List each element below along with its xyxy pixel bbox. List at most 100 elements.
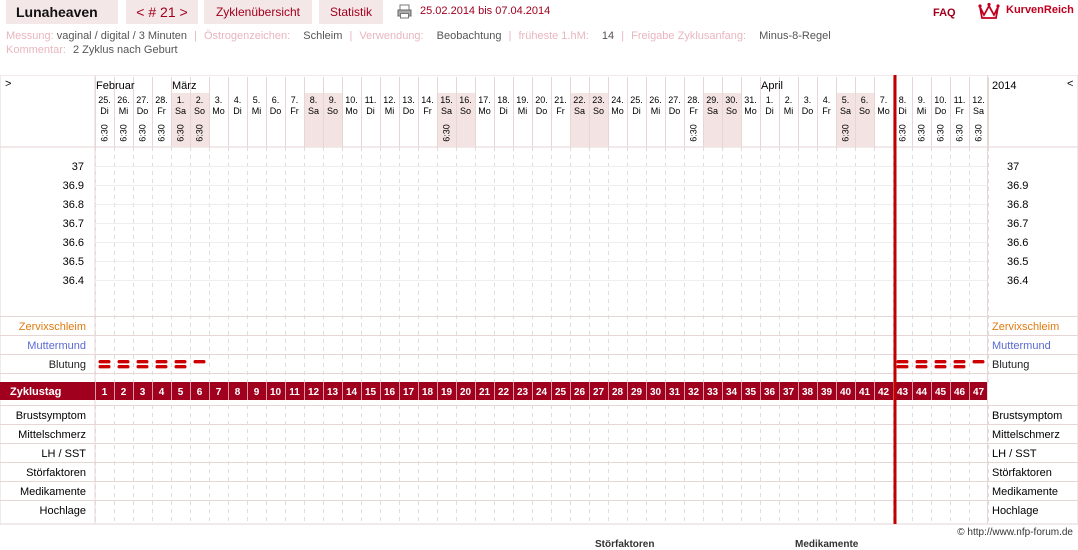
measure-time: 6:30 — [841, 124, 851, 142]
measure-time: 6:30 — [442, 124, 452, 142]
day-date: 14. — [421, 95, 434, 105]
freigabe-label: Freigabe Zyklusanfang: — [631, 30, 747, 42]
nav-right-arrow[interactable]: < — [1067, 78, 1073, 90]
freigabe-value: Minus-8-Regel — [759, 30, 831, 42]
bottom-label-left: LH / SST — [41, 448, 86, 460]
day-weekday: So — [859, 106, 870, 116]
day-date: 6. — [272, 95, 280, 105]
blutung-mark — [953, 360, 966, 364]
day-weekday: Fr — [290, 106, 299, 116]
blutung-mark — [896, 365, 909, 369]
day-date: 21. — [554, 95, 567, 105]
tab-zyklenuebersicht[interactable]: Zyklenübersicht — [204, 0, 312, 24]
temp-tick-left: 36.6 — [63, 237, 84, 249]
cycle-day-number: 42 — [878, 387, 890, 398]
cycle-day-number: 15 — [365, 387, 377, 398]
user-name: Lunaheaven — [6, 0, 118, 24]
kommentar-label: Kommentar: — [6, 44, 66, 56]
verwendung-label: Verwendung: — [359, 30, 424, 42]
cycle-day-number: 39 — [821, 387, 833, 398]
day-weekday: Di — [632, 106, 641, 116]
blutung-mark — [972, 360, 985, 364]
day-date: 6. — [861, 95, 869, 105]
day-date: 25. — [630, 95, 643, 105]
day-weekday: So — [593, 106, 604, 116]
day-date: 10. — [934, 95, 947, 105]
day-weekday: Do — [270, 106, 282, 116]
blutung-mark — [934, 360, 947, 364]
day-date: 26. — [117, 95, 130, 105]
temp-tick-left: 37 — [72, 161, 84, 173]
obs-label-left: Blutung — [49, 359, 86, 371]
blutung-mark — [174, 360, 187, 364]
cycle-day-number: 33 — [707, 387, 719, 398]
cycle-day-number: 6 — [197, 387, 203, 398]
measure-time: 6:30 — [898, 124, 908, 142]
cycle-day-number: 8 — [235, 387, 241, 398]
day-weekday: Mi — [917, 106, 927, 116]
faq-link[interactable]: FAQ — [933, 7, 956, 19]
day-weekday: Mo — [744, 106, 757, 116]
bottom-label-right: Medikamente — [992, 486, 1058, 498]
cycle-day-number: 45 — [935, 387, 947, 398]
cycle-day-number: 2 — [121, 387, 127, 398]
cycle-day-number: 5 — [178, 387, 184, 398]
measure-time: 6:30 — [689, 124, 699, 142]
temp-tick-left: 36.7 — [63, 218, 84, 230]
zyklustag-label: Zyklustag — [10, 386, 61, 398]
cycle-day-number: 35 — [745, 387, 757, 398]
day-date: 10. — [345, 95, 358, 105]
bottom-label-right: Störfaktoren — [992, 467, 1052, 479]
day-date: 11. — [365, 95, 377, 105]
cycle-day-number: 26 — [574, 387, 586, 398]
day-weekday: Mi — [784, 106, 794, 116]
obs-label-right: Blutung — [992, 359, 1029, 371]
date-range: 25.02.2014 bis 07.04.2014 — [420, 5, 551, 17]
messung-label: Messung: — [6, 30, 54, 42]
temp-tick-left: 36.4 — [63, 275, 84, 287]
cycle-day-number: 32 — [688, 387, 700, 398]
day-weekday: So — [194, 106, 205, 116]
comment-info: Kommentar: 2 Zyklus nach Geburt — [6, 44, 178, 56]
day-weekday: Sa — [308, 106, 319, 116]
bottom-label-right: Brustsymptom — [992, 410, 1062, 422]
day-weekday: Do — [802, 106, 814, 116]
day-date: 11. — [954, 95, 966, 105]
oestrogen-label: Östrogenzeichen: — [204, 30, 291, 42]
cycle-day-number: 21 — [479, 387, 491, 398]
day-date: 12. — [383, 95, 396, 105]
month-label: Februar — [96, 80, 135, 92]
nav-left-arrow[interactable]: > — [5, 78, 11, 90]
day-weekday: Mo — [212, 106, 225, 116]
messung-value: vaginal / digital / 3 Minuten — [56, 30, 188, 42]
cycle-day-number: 12 — [308, 387, 320, 398]
tab-statistik[interactable]: Statistik — [319, 0, 383, 24]
measure-time: 6:30 — [176, 124, 186, 142]
day-date: 28. — [687, 95, 700, 105]
blutung-mark — [117, 365, 130, 369]
day-date: 5. — [842, 95, 850, 105]
obs-label-right: Muttermund — [992, 340, 1051, 352]
temp-tick-left: 36.9 — [63, 180, 84, 192]
day-date: 9. — [329, 95, 337, 105]
kommentar-value: 2 Zyklus nach Geburt — [72, 44, 178, 56]
cycle-day-number: 10 — [270, 387, 282, 398]
cycle-day-number: 28 — [612, 387, 624, 398]
measure-time: 6:30 — [917, 124, 927, 142]
bottom-label-right: Mittelschmerz — [992, 429, 1060, 441]
day-weekday: Di — [898, 106, 907, 116]
cycle-day-number: 16 — [384, 387, 396, 398]
day-date: 29. — [706, 95, 719, 105]
cycle-day-number: 27 — [593, 387, 605, 398]
day-weekday: Mo — [611, 106, 624, 116]
brand-logo-text[interactable]: KurvenReich — [1006, 4, 1074, 16]
printer-icon[interactable] — [397, 4, 412, 19]
cycle-chart: > <2014Februar März April25.Di6:3026.Mi6:30… — [0, 75, 1078, 525]
cycle-day-number: 19 — [441, 387, 453, 398]
bottom-label-right: Hochlage — [992, 505, 1038, 517]
day-date: 12. — [972, 95, 985, 105]
day-weekday: Sa — [840, 106, 851, 116]
day-date: 7. — [291, 95, 299, 105]
day-weekday: Fr — [556, 106, 565, 116]
cycle-navigator[interactable]: < # 21 > — [126, 0, 198, 24]
